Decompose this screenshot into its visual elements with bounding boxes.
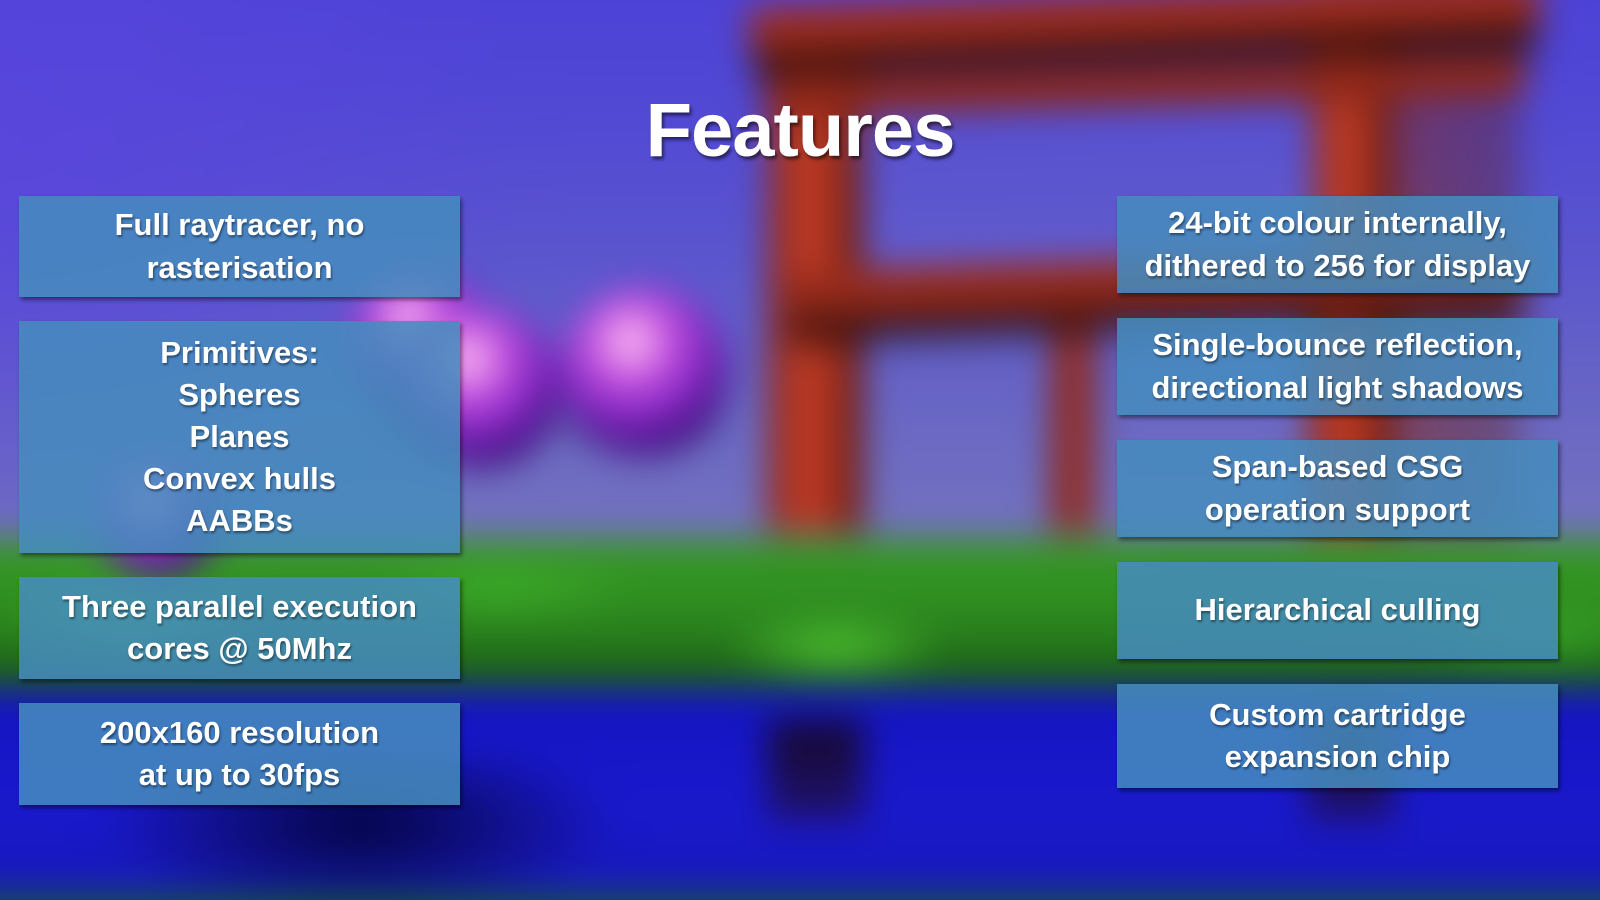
feature-box-primitives: Primitives: Spheres Planes Convex hulls … [19,321,460,553]
feature-box-colour-depth: 24-bit colour internally, dithered to 25… [1117,196,1558,293]
feature-column-right: 24-bit colour internally, dithered to 25… [1117,196,1558,788]
feature-box-reflection-shadows: Single-bounce reflection, directional li… [1117,318,1558,415]
feature-box-resolution: 200x160 resolution at up to 30fps [19,703,460,805]
feature-box-csg: Span-based CSG operation support [1117,440,1558,537]
feature-box-execution-cores: Three parallel execution cores @ 50Mhz [19,577,460,679]
feature-box-hierarchical-culling: Hierarchical culling [1117,562,1558,659]
feature-box-raytracer: Full raytracer, no rasterisation [19,196,460,297]
slide-title: Features [645,88,956,173]
feature-column-left: Full raytracer, no rasterisation Primiti… [19,196,460,805]
torii-pillar-base-left [768,720,864,820]
presentation-slide: Features Full raytracer, no rasterisatio… [0,0,1600,900]
feature-box-cartridge-chip: Custom cartridge expansion chip [1117,684,1558,788]
water-far-bank [0,882,1600,900]
